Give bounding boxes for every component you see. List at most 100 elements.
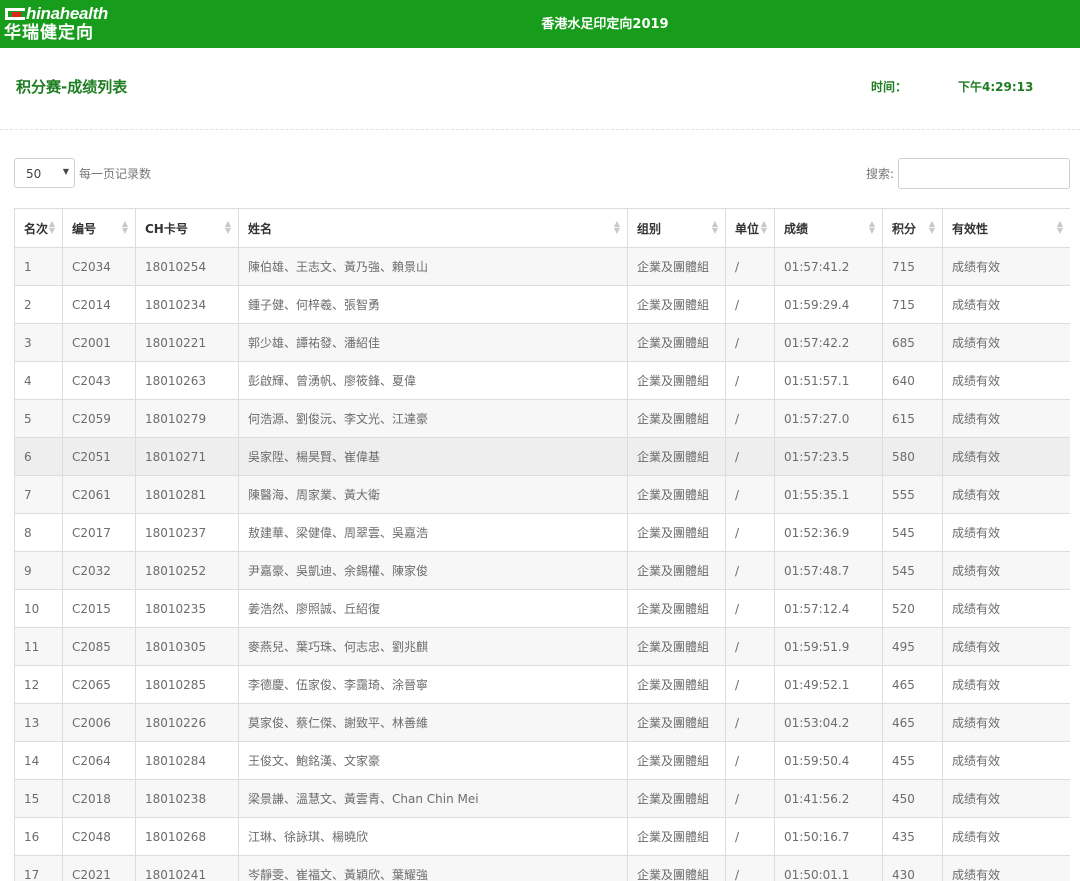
rank-cell: 11 [14, 627, 63, 666]
table-row: 2 C2014 18010234 鍾子健、何梓羲、張智勇 企業及團體組/01:59:29… [14, 285, 1070, 324]
table-row: 11 C2085 18010305 麥燕兒、葉巧珠、何志忠、劉兆麒 企業及團體組/01:… [14, 627, 1070, 666]
group-cell: 企業及團體組 [627, 665, 726, 704]
name-cell: 莫家俊、蔡仁傑、謝致平、林善維 [238, 703, 628, 742]
points-cell: 545 [882, 513, 943, 552]
column-header-label: 积分 [892, 221, 917, 236]
table-row: 4 C2043 18010263 彭啟輝、曾湧帆、廖筱鋒、夏偉 企業及團體組/01:51… [14, 361, 1070, 400]
name-cell: 王俊文、鮑銘漢、文家豪 [238, 741, 628, 780]
rank-cell: 9 [14, 551, 63, 590]
validity-cell: 成绩有效 [942, 665, 1070, 704]
rank-cell: 16 [14, 817, 63, 856]
group-cell: 企業及團體組 [627, 589, 726, 628]
validity-cell: 成绩有效 [942, 779, 1070, 818]
logo-chinese-text: 华瑞健定向 [4, 23, 94, 43]
name-cell: 梁景謙、溫慧文、黃雲青、Chan Chin Mei [238, 779, 628, 818]
current-time: 下午4:29:13 [958, 80, 1034, 94]
card-number-cell: 18010238 [135, 779, 239, 818]
group-cell: 企業及團體組 [627, 247, 726, 286]
column-header-card-number[interactable]: CH卡号 ▲ ▼ [135, 208, 239, 248]
validity-cell: 成绩有效 [942, 513, 1070, 552]
group-cell: 企業及團體組 [627, 513, 726, 552]
card-number-cell: 18010281 [135, 475, 239, 514]
validity-cell: 成绩有效 [942, 475, 1070, 514]
logo-c-mark-icon [5, 8, 25, 20]
column-header-name[interactable]: 姓名 ▲ ▼ [238, 208, 628, 248]
unit-cell: / [725, 361, 775, 400]
validity-cell: 成绩有效 [942, 247, 1070, 286]
result-cell: 01:57:27.0 [774, 399, 883, 438]
sort-arrows-icon: ▲ ▼ [868, 219, 875, 235]
column-header-result[interactable]: 成绩 ▲ ▼ [774, 208, 883, 248]
rank-cell: 3 [14, 323, 63, 362]
group-cell: 企業及團體組 [627, 855, 726, 881]
sort-arrows-icon: ▲ ▼ [224, 219, 231, 235]
table-row: 1 C2034 18010254 陳伯雄、王志文、黃乃強、賴景山 企業及團體組/01:5… [14, 247, 1070, 286]
validity-cell: 成绩有效 [942, 703, 1070, 742]
column-header-group[interactable]: 组别 ▲ ▼ [627, 208, 726, 248]
column-header-label: 组别 [637, 221, 662, 236]
unit-cell: / [725, 665, 775, 704]
number-cell: C2021 [62, 855, 136, 881]
group-cell: 企業及團體組 [627, 551, 726, 590]
rank-cell: 12 [14, 665, 63, 704]
rank-cell: 15 [14, 779, 63, 818]
points-cell: 495 [882, 627, 943, 666]
card-number-cell: 18010226 [135, 703, 239, 742]
points-cell: 520 [882, 589, 943, 628]
card-number-cell: 18010241 [135, 855, 239, 881]
column-header-label: 单位 [735, 221, 760, 236]
name-cell: 麥燕兒、葉巧珠、何志忠、劉兆麒 [238, 627, 628, 666]
table-row: 5 C2059 18010279 何浩源、劉俊沅、李文光、江達豪 企業及團體組/01:5… [14, 399, 1070, 438]
caret-down-icon: ▼ [62, 167, 69, 176]
name-cell: 何浩源、劉俊沅、李文光、江達豪 [238, 399, 628, 438]
group-cell: 企業及團體組 [627, 361, 726, 400]
number-cell: C2015 [62, 589, 136, 628]
column-header-unit[interactable]: 单位 ▲ ▼ [725, 208, 775, 248]
group-cell: 企業及團體組 [627, 437, 726, 476]
unit-cell: / [725, 589, 775, 628]
number-cell: C2064 [62, 741, 136, 780]
group-cell: 企業及團體組 [627, 779, 726, 818]
rank-cell: 1 [14, 247, 63, 286]
points-cell: 465 [882, 703, 943, 742]
points-cell: 555 [882, 475, 943, 514]
column-header-label: CH卡号 [145, 221, 188, 236]
logo-wordmark: hinahealth [4, 5, 122, 23]
sort-arrows-icon: ▲ ▼ [760, 219, 767, 235]
event-title: 香港水足印定向2019 [541, 17, 669, 32]
group-cell: 企業及團體組 [627, 475, 726, 514]
points-cell: 580 [882, 437, 943, 476]
number-cell: C2051 [62, 437, 136, 476]
column-header-points[interactable]: 积分 ▲ ▼ [882, 208, 943, 248]
column-header-label: 姓名 [248, 221, 273, 236]
column-header-validity[interactable]: 有效性 ▲ ▼ [942, 208, 1070, 248]
card-number-cell: 18010279 [135, 399, 239, 438]
group-cell: 企業及團體組 [627, 285, 726, 324]
name-cell: 岑靜雯、崔福文、黃穎欣、葉耀強 [238, 855, 628, 881]
group-cell: 企業及團體組 [627, 741, 726, 780]
column-header-label: 编号 [72, 221, 97, 236]
search-input[interactable] [898, 158, 1070, 189]
table-row: 3 C2001 18010221 郭少雄、譚祐發、潘紹佳 企業及團體組/01:57:42… [14, 323, 1070, 362]
points-cell: 715 [882, 285, 943, 324]
unit-cell: / [725, 627, 775, 666]
number-cell: C2001 [62, 323, 136, 362]
name-cell: 彭啟輝、曾湧帆、廖筱鋒、夏偉 [238, 361, 628, 400]
sort-arrows-icon: ▲ ▼ [613, 219, 620, 235]
page-length-select[interactable]: 50 ▼ [14, 158, 75, 188]
result-cell: 01:59:29.4 [774, 285, 883, 324]
points-cell: 715 [882, 247, 943, 286]
rank-cell: 8 [14, 513, 63, 552]
unit-cell: / [725, 779, 775, 818]
card-number-cell: 18010305 [135, 627, 239, 666]
unit-cell: / [725, 323, 775, 362]
number-cell: C2014 [62, 285, 136, 324]
name-cell: 李德慶、伍家俊、李靄琦、涂晉寧 [238, 665, 628, 704]
chinahealth-logo[interactable]: hinahealth 华瑞健定向 [4, 5, 122, 44]
column-header-rank[interactable]: 名次 ▲ ▼ [14, 208, 63, 248]
rank-cell: 6 [14, 437, 63, 476]
column-header-number[interactable]: 编号 ▲ ▼ [62, 208, 136, 248]
validity-cell: 成绩有效 [942, 817, 1070, 856]
name-cell: 江琳、徐詠琪、楊曉欣 [238, 817, 628, 856]
time-label: 时间： [871, 80, 908, 94]
